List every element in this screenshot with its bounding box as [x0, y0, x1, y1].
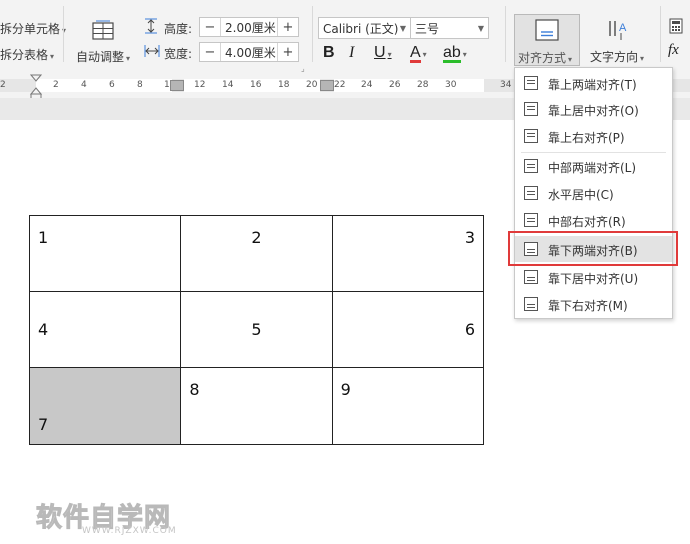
table-row: 1 2 3: [28, 215, 485, 292]
table-cell[interactable]: 8: [180, 367, 333, 445]
column-marker[interactable]: [320, 80, 334, 91]
ruler-number: 14: [222, 80, 234, 90]
menu-item-middle-center[interactable]: 水平居中(C): [515, 180, 672, 206]
align-button[interactable]: 对齐方式 ▾: [514, 14, 580, 66]
underline-button[interactable]: U ▾: [374, 44, 392, 62]
svg-text:A: A: [619, 22, 627, 34]
table-cell[interactable]: 2: [180, 215, 333, 292]
height-input[interactable]: 2.00厘米: [220, 18, 278, 36]
font-size-select[interactable]: 三号 ▼: [410, 17, 489, 39]
table-row: 4 5 6: [28, 291, 485, 368]
menu-item-bottom-center[interactable]: 靠下居中对齐(U): [515, 264, 672, 290]
ruler-number: 18: [278, 80, 290, 90]
auto-fit-button[interactable]: 自动调整 ▾: [72, 14, 134, 66]
ruler-number: 8: [137, 80, 143, 90]
ruler-number: 12: [194, 80, 206, 90]
table-cell-selected[interactable]: 7: [28, 367, 182, 445]
column-width-icon: [144, 45, 160, 57]
watermark-url: WWW.RJZXW.COM: [82, 526, 177, 536]
ribbon: 拆分单元格 ▾ 拆分表格 ▾ 自动调整 ▾ 高度: − 2.00厘米 + 宽度: − …: [0, 0, 690, 73]
menu-item-middle-justify[interactable]: 中部两端对齐(L): [515, 153, 672, 179]
highlight-button[interactable]: ab ▾: [443, 44, 467, 63]
ruler-number: 34: [500, 80, 512, 90]
height-decrease-button[interactable]: −: [200, 18, 220, 36]
row-height-icon: [145, 18, 157, 34]
width-input[interactable]: 4.00厘米: [220, 43, 278, 61]
align-bottom-center-icon: [524, 270, 538, 284]
menu-item-top-justify[interactable]: 靠上两端对齐(T): [515, 70, 672, 96]
width-stepper[interactable]: − 4.00厘米 +: [199, 42, 299, 62]
ruler-number: 22: [334, 80, 346, 90]
bold-button[interactable]: B: [323, 44, 335, 62]
align-top-justify-icon: [524, 76, 538, 90]
column-marker[interactable]: [170, 80, 184, 91]
width-label: 宽度:: [164, 47, 193, 61]
table-cell[interactable]: 3: [331, 215, 485, 292]
ribbon-divider: [505, 6, 506, 62]
menu-item-bottom-right[interactable]: 靠下右对齐(M): [515, 291, 672, 317]
height-label: 高度:: [164, 22, 193, 36]
ruler-number: 24: [361, 80, 373, 90]
ruler-number: 26: [389, 80, 401, 90]
align-middle-right-icon: [524, 213, 538, 227]
ribbon-divider: [63, 6, 64, 62]
align-top-center-icon: [524, 102, 538, 116]
font-color-button[interactable]: A ▾: [410, 44, 427, 63]
ruler-number: 6: [109, 80, 115, 90]
ruler-number: 2: [53, 80, 59, 90]
ruler-number: 2: [0, 80, 6, 90]
ribbon-divider: [312, 6, 313, 62]
highlight-annotation-box: [508, 231, 678, 266]
align-bottom-right-icon: [524, 297, 538, 311]
ruler-number: 20: [306, 80, 318, 90]
document-table: 1 2 3 4 5 6 7 8 9: [28, 215, 485, 445]
ribbon-divider: [660, 6, 661, 62]
menu-item-top-right[interactable]: 靠上右对齐(P): [515, 123, 672, 149]
cell-align-icon: [535, 19, 559, 41]
align-top-right-icon: [524, 129, 538, 143]
ruler-number: 16: [250, 80, 262, 90]
chevron-down-icon: ▼: [399, 24, 406, 33]
ruler-number: 30: [445, 80, 457, 90]
indent-marker-icon[interactable]: [30, 74, 42, 100]
table-cell[interactable]: 4: [28, 291, 182, 368]
ruler-number: 28: [417, 80, 429, 90]
align-middle-center-icon: [524, 186, 538, 200]
italic-button[interactable]: I: [349, 44, 354, 62]
table-cell[interactable]: 5: [180, 291, 333, 368]
height-stepper[interactable]: − 2.00厘米 +: [199, 17, 299, 37]
font-name-select[interactable]: Calibri (正文) ▼: [318, 17, 411, 39]
menu-item-middle-right[interactable]: 中部右对齐(R): [515, 207, 672, 233]
height-increase-button[interactable]: +: [278, 18, 298, 36]
ruler-number: 4: [81, 80, 87, 90]
table-row: 7 8 9: [28, 367, 485, 445]
formula-button[interactable]: fx: [668, 42, 679, 59]
table-cell[interactable]: 6: [331, 291, 485, 368]
menu-item-top-center[interactable]: 靠上居中对齐(O): [515, 96, 672, 122]
text-direction-button[interactable]: A 文字方向 ▾: [588, 14, 650, 66]
align-dropdown-menu: 靠上两端对齐(T) 靠上居中对齐(O) 靠上右对齐(P) 中部两端对齐(L) 水…: [514, 67, 673, 319]
align-middle-justify-icon: [524, 159, 538, 173]
text-direction-icon: A: [609, 21, 627, 40]
table-autofit-icon: [92, 20, 114, 40]
table-cell[interactable]: 1: [28, 215, 182, 292]
split-table-button[interactable]: 拆分表格 ▾: [0, 46, 54, 63]
calculator-icon[interactable]: [669, 18, 683, 34]
split-cells-button[interactable]: 拆分单元格 ▾: [0, 20, 66, 37]
width-decrease-button[interactable]: −: [200, 43, 220, 61]
chevron-down-icon: ▼: [477, 24, 484, 33]
ruler-column: [334, 79, 484, 92]
width-increase-button[interactable]: +: [278, 43, 298, 61]
table-cell[interactable]: 9: [331, 367, 485, 445]
